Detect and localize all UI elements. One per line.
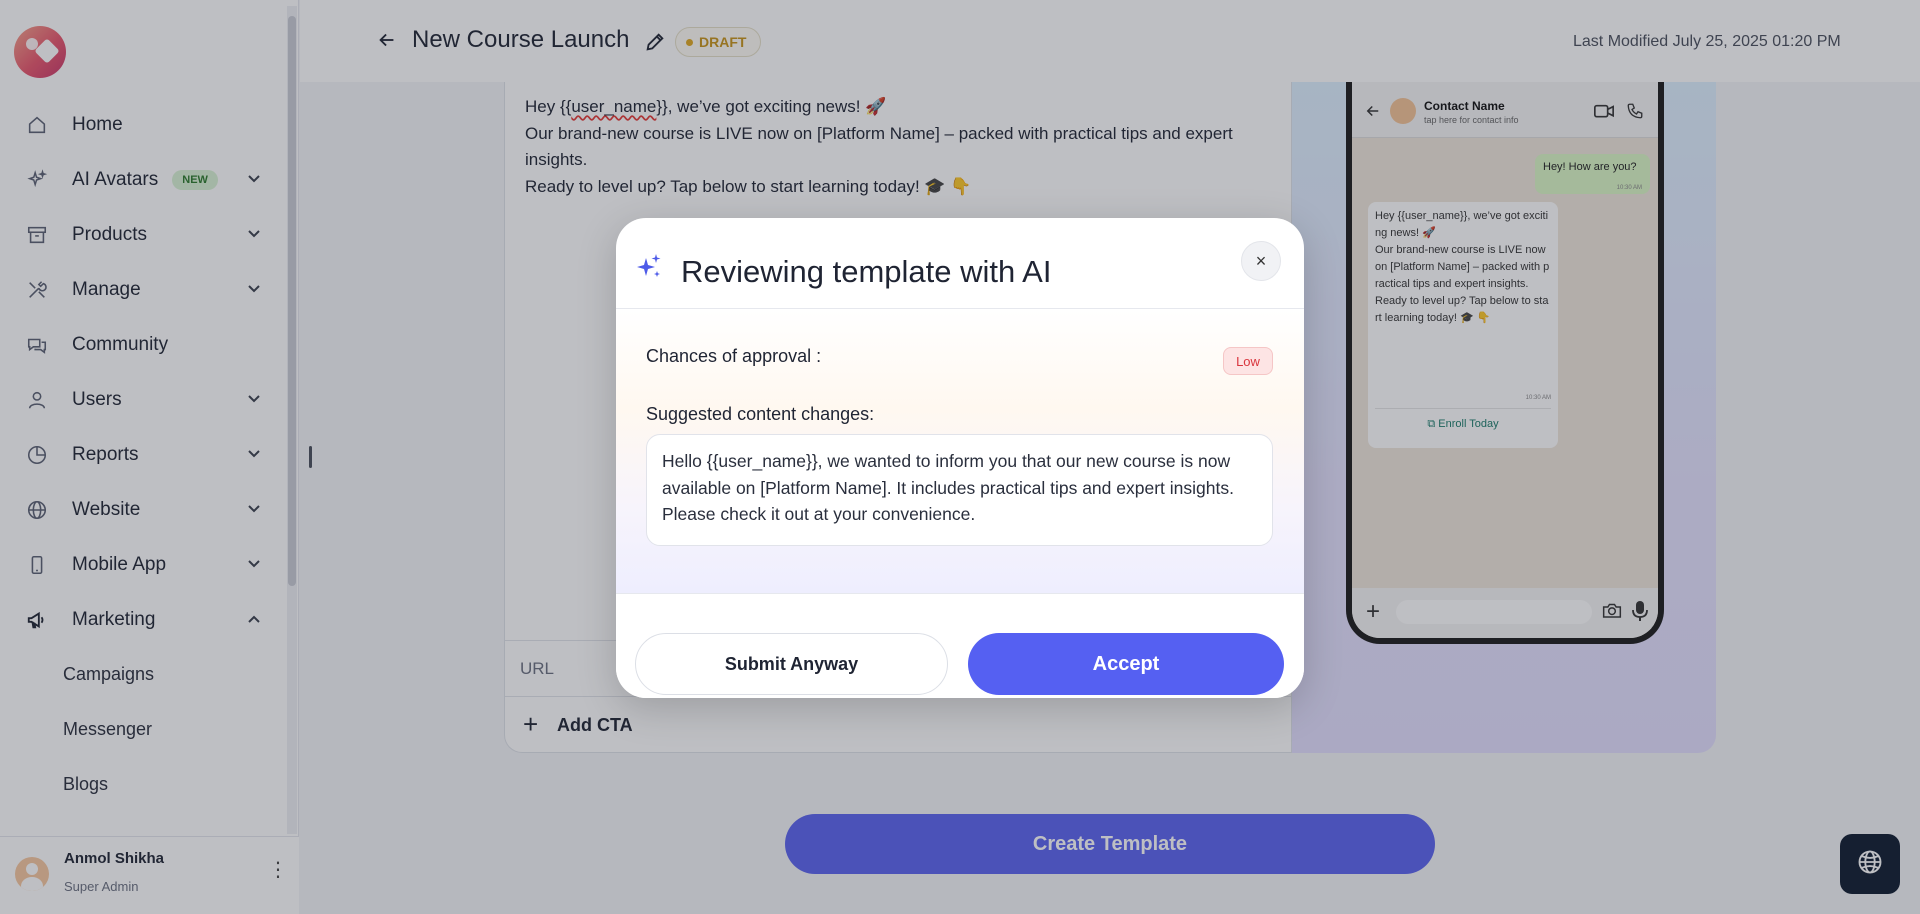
suggestion-text[interactable]: Hello {{user_name}}, we wanted to inform… <box>646 434 1273 546</box>
close-icon: × <box>1255 250 1267 271</box>
approval-badge: Low <box>1223 347 1273 375</box>
submit-anyway-button[interactable]: Submit Anyway <box>635 633 948 695</box>
suggestion-label: Suggested content changes: <box>646 404 875 424</box>
ai-review-modal: Reviewing template with AI × Chances of … <box>616 218 1304 698</box>
approval-label: Chances of approval : <box>646 346 822 366</box>
modal-title: Reviewing template with AI <box>681 254 1052 289</box>
close-button[interactable]: × <box>1241 241 1281 281</box>
modal-header: Reviewing template with AI × <box>616 218 1304 309</box>
accept-button[interactable]: Accept <box>968 633 1284 695</box>
sparkle-icon <box>634 252 664 282</box>
modal-footer: Submit Anyway Accept <box>616 595 1304 698</box>
modal-body: Chances of approval : Low Suggested cont… <box>616 310 1304 594</box>
